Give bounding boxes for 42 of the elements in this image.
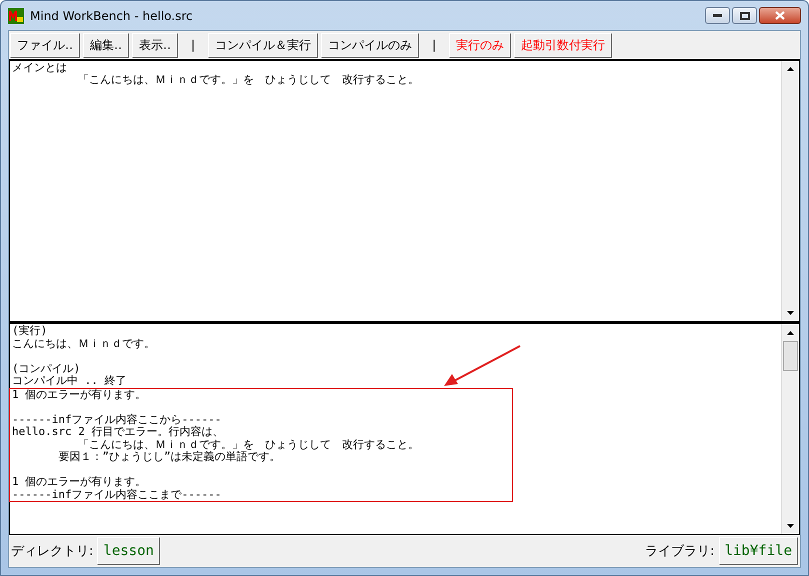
toolbar-separator: | — [431, 38, 438, 52]
minimize-button[interactable] — [705, 7, 730, 24]
toolbar-button[interactable]: ファイル‥ — [10, 32, 80, 58]
maximize-button[interactable] — [732, 7, 757, 24]
up-arrow-icon[interactable] — [787, 330, 794, 335]
app-logo-icon — [8, 8, 24, 24]
toolbar-button[interactable]: 実行のみ — [449, 32, 512, 58]
down-arrow-icon[interactable] — [787, 310, 794, 315]
toolbar-separator: | — [190, 38, 196, 52]
output-line: コンパイル中 .. 終了 — [12, 375, 128, 388]
output-line: ------infファイル内容ここから------ — [12, 414, 222, 426]
directory-button[interactable]: lesson — [97, 537, 160, 566]
toolbar-button[interactable]: コンパイル＆実行 — [208, 32, 318, 58]
toolbar-button[interactable]: 起動引数付実行 — [514, 32, 612, 58]
window-title: Mind WorkBench - hello.src — [30, 8, 194, 22]
output-line: (実行) — [12, 325, 48, 338]
scrollbar[interactable] — [781, 324, 799, 534]
toolbar-button[interactable]: コンパイルのみ — [321, 32, 420, 58]
output-line: (コンパイル) — [12, 362, 82, 375]
library-button[interactable]: lib¥file — [718, 537, 798, 566]
toolbar-button[interactable]: 編集‥ — [83, 32, 130, 58]
minimize-icon — [713, 14, 722, 17]
down-arrow-icon[interactable] — [787, 524, 794, 528]
code-line: 「こんにちは、Ｍｉｎｄです。」を ひょうじして 改行すること。 — [77, 74, 420, 87]
maximize-icon — [740, 12, 750, 20]
toolbar-button[interactable]: 表示‥ — [132, 32, 178, 58]
output-line: 「こんにちは、Ｍｉｎｄです。」を ひょうじして 改行すること。 — [77, 438, 420, 451]
output-line: hello.src 2 行目でエラー。行内容は、 — [12, 426, 224, 439]
output-line: 要因１：”ひょうじし”は未定義の単語です。 — [57, 451, 282, 464]
output-line: 1 個のエラーが有ります。 — [12, 388, 148, 402]
output-line: こんにちは、Ｍｉｎｄです。 — [12, 338, 156, 350]
output-line: 1 個のエラーが有ります。 — [12, 476, 148, 488]
up-arrow-icon[interactable] — [787, 67, 794, 72]
library-label: ライブラリ: — [645, 543, 715, 560]
scrollbar-thumb[interactable] — [783, 341, 798, 372]
output-line: ------infファイル内容ここまで------ — [12, 488, 222, 502]
close-button[interactable] — [759, 7, 801, 24]
code-line: メインとは — [12, 62, 68, 74]
source-editor[interactable]: メインとは 「こんにちは、Ｍｉｎｄです。」を ひょうじして 改行すること。 — [9, 58, 800, 322]
scrollbar[interactable] — [781, 60, 799, 322]
close-icon — [775, 11, 785, 20]
directory-label: ディレクトリ: — [11, 543, 94, 560]
